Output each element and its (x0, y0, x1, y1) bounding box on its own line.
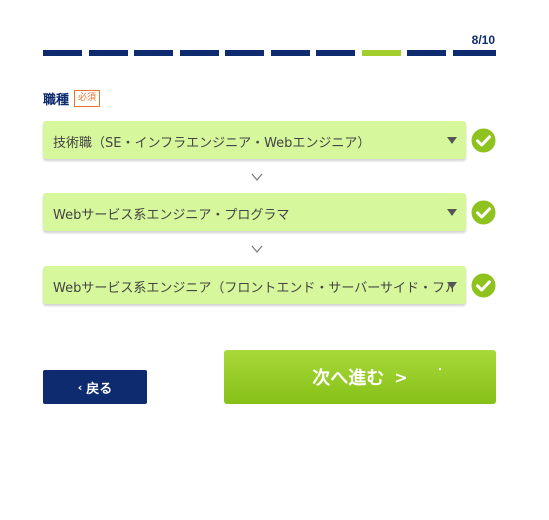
job-type-select-row: Webサービス系エンジニア・プログラマ (43, 193, 503, 233)
job-detail-select-row: Webサービス系エンジニア（フロントエンド・サーバーサイド・フルスタック） (43, 266, 503, 306)
progress-segment (225, 50, 264, 56)
back-button-label: 戻る (86, 381, 113, 397)
job-detail-select[interactable]: Webサービス系エンジニア（フロントエンド・サーバーサイド・フルスタック） (43, 266, 466, 304)
progress-bar (43, 50, 496, 56)
triangle-down-icon (447, 209, 457, 216)
chevron-left-icon: ‹ (77, 380, 83, 394)
field-label-text: 職種 (43, 93, 70, 108)
job-category-select[interactable]: 技術職（SE・インフラエンジニア・Webエンジニア） (43, 121, 466, 159)
progress-segment (88, 50, 128, 56)
triangle-down-icon (447, 137, 457, 144)
check-circle-icon (471, 200, 496, 225)
field-label: 職種 必須 (43, 89, 101, 108)
select-value: Webサービス系エンジニア・プログラマ (53, 208, 290, 223)
progress-segment (179, 50, 219, 56)
chevron-down-icon (251, 245, 263, 253)
step-counter: 8/10 (471, 33, 495, 47)
next-button-label: 次へ進む (312, 368, 385, 389)
progress-segment (134, 50, 173, 56)
back-button[interactable]: ‹ 戻る (43, 370, 147, 404)
page: 8/10 職種 必須 技術職（SE・インフラエンジニア・Webエンジニア） We… (0, 0, 549, 520)
progress-segment (270, 50, 310, 56)
check-circle-icon (471, 128, 496, 153)
chevron-right-icon: > (394, 367, 408, 387)
select-value: Webサービス系エンジニア（フロントエンド・サーバーサイド・フルスタック） (53, 281, 453, 296)
required-badge: 必須 (74, 90, 101, 107)
chevron-down-icon (251, 173, 263, 181)
progress-segment-current (361, 50, 401, 56)
decorative-dot (439, 368, 441, 370)
progress-segment (316, 50, 355, 56)
check-circle-icon (471, 273, 496, 298)
progress-segment (452, 50, 496, 56)
select-value: 技術職（SE・インフラエンジニア・Webエンジニア） (53, 136, 371, 151)
progress-segment (43, 50, 82, 56)
next-button[interactable]: 次へ進む > (224, 350, 496, 404)
job-type-select[interactable]: Webサービス系エンジニア・プログラマ (43, 193, 466, 231)
triangle-down-icon (447, 282, 457, 289)
job-category-select-row: 技術職（SE・インフラエンジニア・Webエンジニア） (43, 121, 503, 161)
progress-segment (407, 50, 446, 56)
